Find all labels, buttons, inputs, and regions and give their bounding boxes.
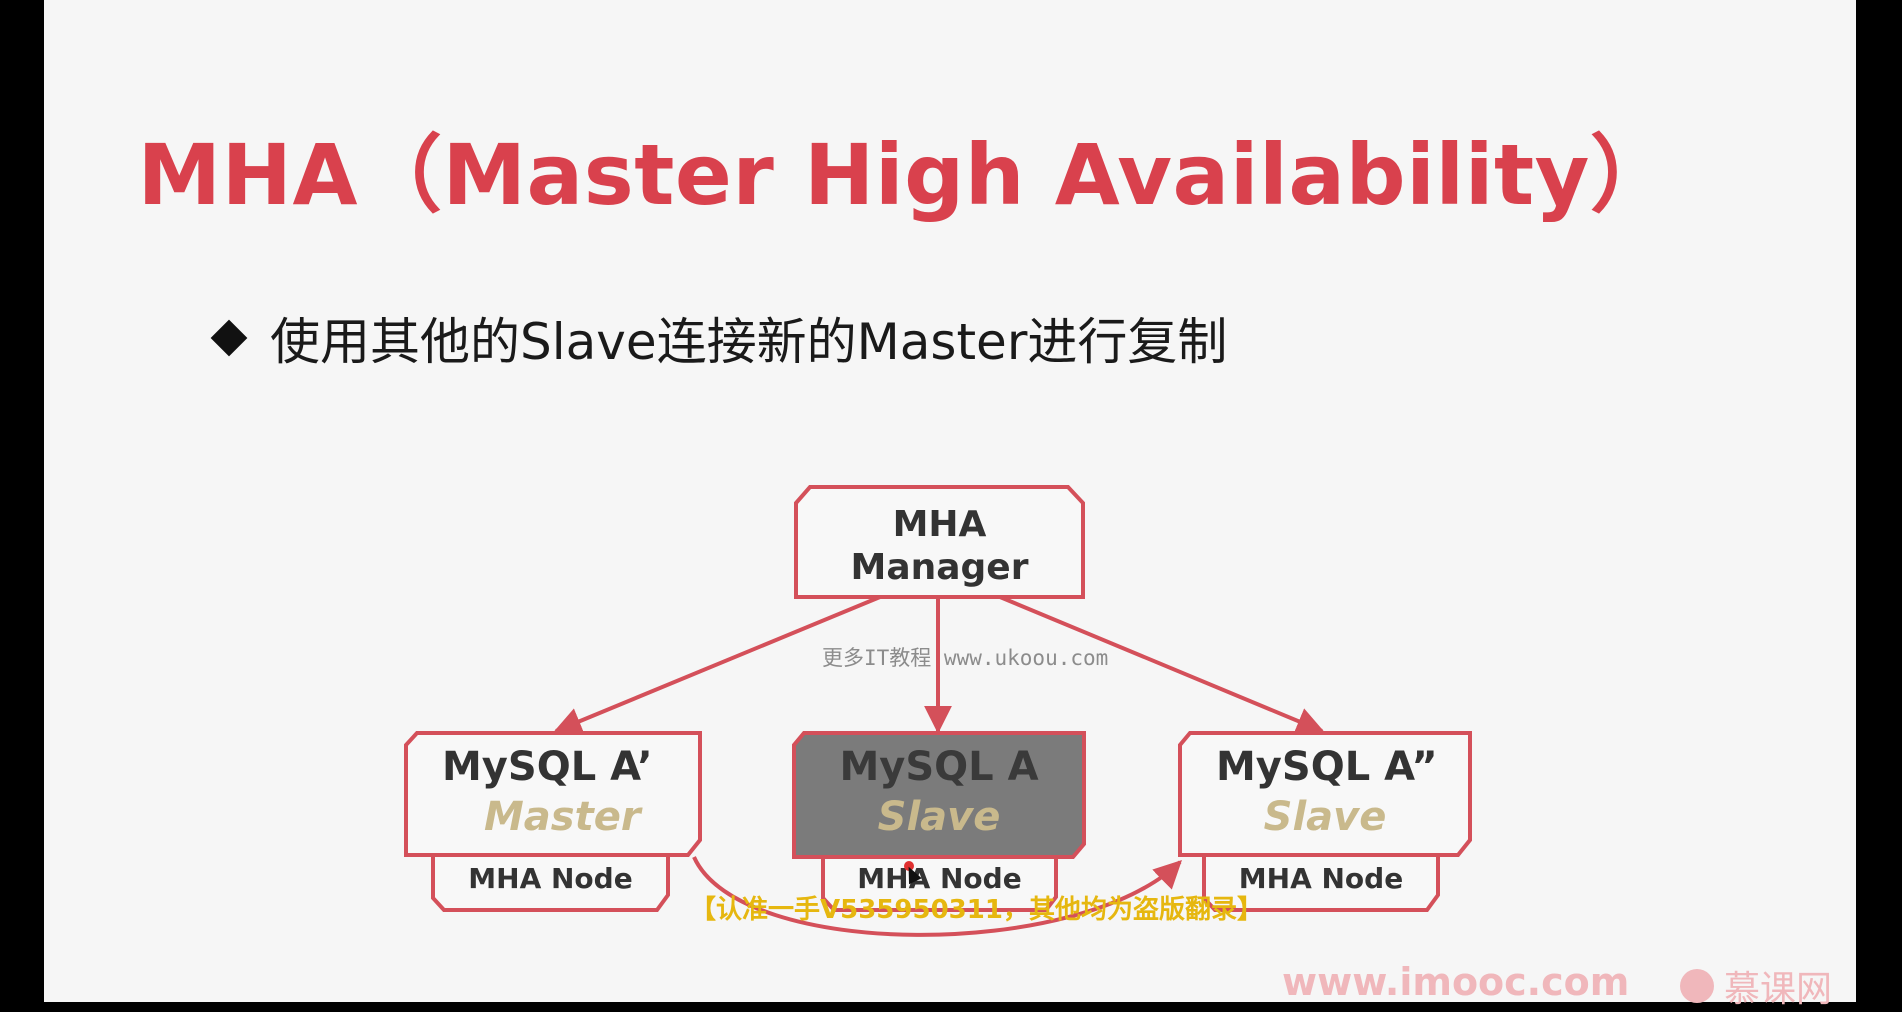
- footer-url: www.imooc.com: [1282, 960, 1630, 1004]
- node-2-name: MySQL A: [839, 744, 1039, 790]
- manager-line1: MHA: [892, 504, 987, 545]
- node-3-role: Slave: [1263, 794, 1387, 840]
- brand-name: 慕课网: [1724, 969, 1833, 1010]
- mha-diagram: [404, 485, 1472, 937]
- node-2-role: Slave: [877, 794, 1001, 840]
- node-2-labels: MySQL A Slave: [794, 744, 1084, 840]
- node-1-labels: MySQL A’ Master: [406, 744, 700, 840]
- node-1-role: Master: [484, 794, 641, 840]
- brand-logo: 慕课网: [1680, 960, 1832, 1012]
- node-1-name: MySQL A’: [442, 744, 653, 790]
- center-watermark: 更多IT教程 www.ukoou.com: [822, 646, 1109, 670]
- manager-line2: Manager: [850, 547, 1029, 588]
- caption-watermark: 【认准一手V535950311，其他均为盗版翻录】: [690, 895, 1263, 925]
- node-1-mha-node-label: MHA Node: [468, 862, 633, 895]
- node-3-labels: MySQL A” Slave: [1180, 744, 1470, 840]
- mha-manager-label: MHA Manager: [796, 503, 1083, 589]
- node-3-name: MySQL A”: [1216, 744, 1438, 790]
- imooc-flame-icon: [1680, 969, 1714, 1003]
